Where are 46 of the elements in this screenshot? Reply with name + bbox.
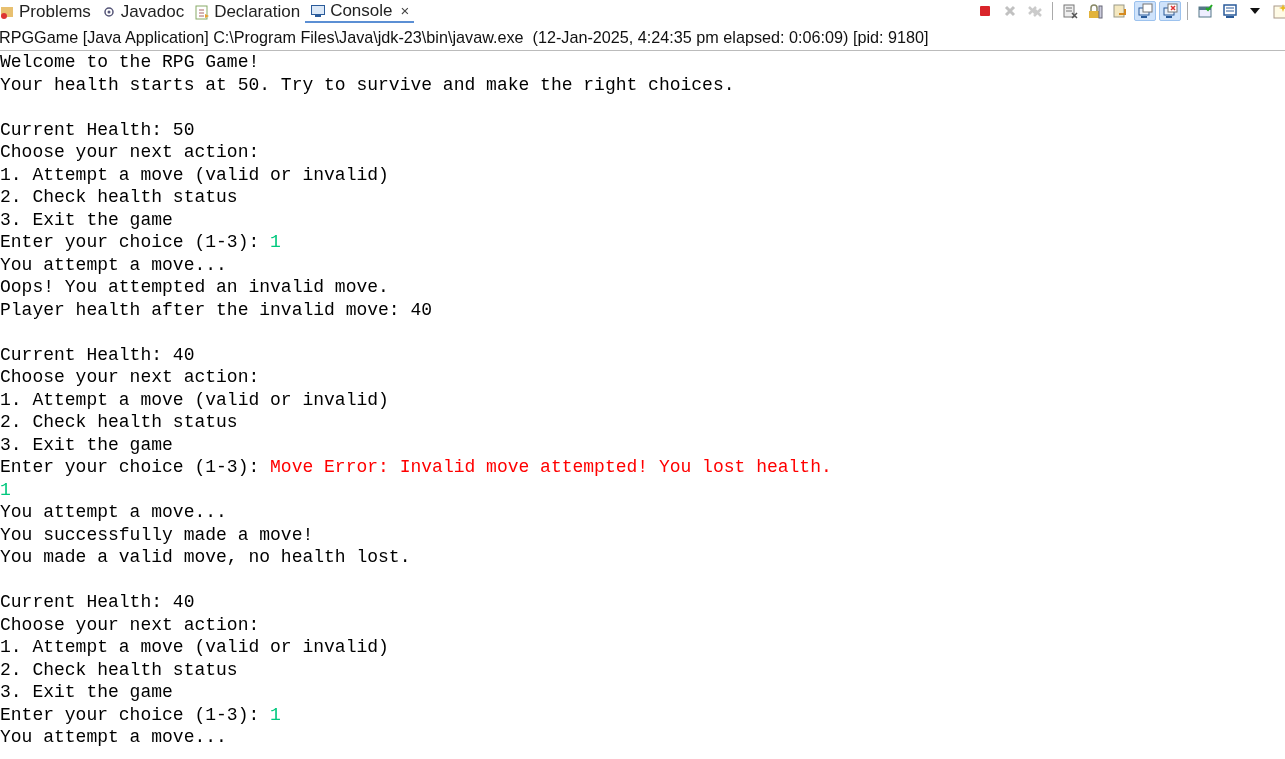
error-text: Move Error: Invalid move attempted! You lost health. xyxy=(270,457,832,477)
console-text: You successfully made a move! xyxy=(0,524,314,545)
console-text: Choose your next action: xyxy=(0,614,260,635)
console-text: 1. Attempt a move (valid or invalid) xyxy=(0,164,389,185)
document-x-icon xyxy=(1062,3,1078,19)
console-text: Choose your next action: xyxy=(0,367,260,387)
window-plus-icon xyxy=(1272,3,1285,19)
double-x-icon xyxy=(1027,3,1043,19)
console-text: 3. Exit the game xyxy=(0,209,173,230)
console-text: Enter your choice (1-3): xyxy=(0,457,261,477)
close-icon[interactable]: × xyxy=(400,2,410,19)
console-text: Enter your choice (1-3): xyxy=(0,704,261,725)
console-text: You attempt a move... xyxy=(0,254,227,275)
window-check-icon xyxy=(1197,3,1213,19)
console-text: 2. Check health status xyxy=(0,187,238,207)
console-text: Choose your next action: xyxy=(0,142,260,162)
console-text: Player health after the invalid move: 40 xyxy=(0,299,433,320)
monitor-icon xyxy=(1162,3,1178,19)
toolbar-button[interactable] xyxy=(1134,1,1156,21)
monitor-icon xyxy=(310,2,327,19)
console-text: Welcome to the RPG Game! xyxy=(0,52,260,72)
console-text: 1. Attempt a move (valid or invalid) xyxy=(0,389,389,410)
console-text: Current Health: 40 xyxy=(0,592,195,612)
console-text: You made a valid move, no health lost. xyxy=(0,547,411,567)
padlock-icon xyxy=(1087,3,1103,19)
input-text: 1 xyxy=(270,232,281,252)
input-text: 1 xyxy=(270,704,281,725)
console-text: Current Health: 40 xyxy=(0,344,195,365)
input-text: 1 xyxy=(0,479,11,500)
console-text: Your health starts at 50. Try to survive and make the right choices. xyxy=(0,74,735,95)
monitor-icon xyxy=(1137,3,1153,19)
console-text: Oops! You attempted an invalid move. xyxy=(0,277,389,297)
console-header: RPGGame [Java Application] C:\Program Files\Java\jdk-23\bin\javaw.exe (12-Jan-2025, 4:24:35 pm elapsed: 0:06:09) [pid: 9180] xyxy=(0,24,1285,51)
monitor-icon xyxy=(1222,3,1238,19)
console-text: 3. Exit the game xyxy=(0,682,173,702)
close-icon xyxy=(1002,3,1018,19)
console-text: 2. Check health status xyxy=(0,412,238,432)
console-text: You attempt a move... xyxy=(0,727,227,747)
console-text: Enter your choice (1-3): xyxy=(0,232,261,252)
toolbar-button[interactable] xyxy=(1159,1,1181,21)
console-text: 2. Check health status xyxy=(0,659,238,680)
console-text: You attempt a move... xyxy=(0,502,227,522)
console-text: 3. Exit the game xyxy=(0,434,173,455)
console-text: 1. Attempt a move (valid or invalid) xyxy=(0,637,389,657)
console-text: Current Health: 50 xyxy=(0,119,195,140)
stop-icon xyxy=(977,3,993,19)
